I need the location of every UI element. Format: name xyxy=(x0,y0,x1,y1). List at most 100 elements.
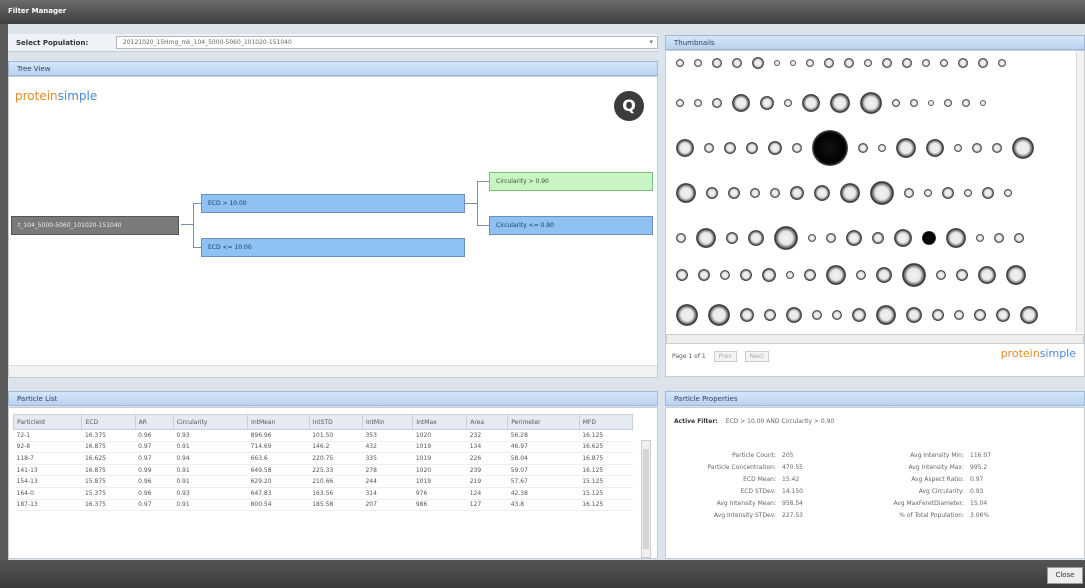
particle-thumbnail[interactable] xyxy=(696,228,716,248)
column-header[interactable]: ECD xyxy=(81,414,136,430)
particle-thumbnail[interactable] xyxy=(1012,137,1034,159)
column-header[interactable]: IntSTD xyxy=(308,414,363,430)
particle-thumbnail[interactable] xyxy=(708,304,730,326)
particle-thumbnail[interactable] xyxy=(856,270,866,280)
particle-thumbnail[interactable] xyxy=(712,98,722,108)
particle-thumbnail[interactable] xyxy=(906,307,922,323)
particle-thumbnail[interactable] xyxy=(812,130,848,166)
particle-list-scrollbar[interactable] xyxy=(641,440,651,558)
particle-thumbnail[interactable] xyxy=(892,99,900,107)
particle-thumbnail[interactable] xyxy=(720,270,730,280)
particle-thumbnail[interactable] xyxy=(864,59,872,67)
particle-thumbnail[interactable] xyxy=(808,234,816,242)
particle-thumbnail[interactable] xyxy=(1006,265,1026,285)
next-page-button[interactable]: Next xyxy=(744,351,769,362)
particle-thumbnail[interactable] xyxy=(802,94,820,112)
particle-thumbnail[interactable] xyxy=(812,310,822,320)
particle-thumbnail[interactable] xyxy=(774,60,780,66)
particle-thumbnail[interactable] xyxy=(876,305,896,325)
particle-thumbnail[interactable] xyxy=(774,226,798,250)
particle-thumbnail[interactable] xyxy=(982,187,994,199)
particle-thumbnail[interactable] xyxy=(698,269,710,281)
particle-thumbnail[interactable] xyxy=(876,267,892,283)
column-header[interactable]: IntMax xyxy=(412,414,468,430)
thumbnails-vertical-scrollbar[interactable] xyxy=(1076,51,1084,333)
particle-thumbnail[interactable] xyxy=(826,265,846,285)
particle-thumbnail[interactable] xyxy=(770,188,780,198)
particle-thumbnail[interactable] xyxy=(858,143,868,153)
particle-thumbnail[interactable] xyxy=(958,58,968,68)
particle-thumbnail[interactable] xyxy=(750,188,760,198)
particle-thumbnail[interactable] xyxy=(786,307,802,323)
particle-thumbnail[interactable] xyxy=(980,100,986,106)
particle-thumbnail[interactable] xyxy=(746,142,758,154)
particle-thumbnail[interactable] xyxy=(790,60,796,66)
particle-thumbnail[interactable] xyxy=(976,234,984,242)
particle-thumbnail[interactable] xyxy=(694,59,702,67)
particle-thumbnail[interactable] xyxy=(732,94,750,112)
particle-thumbnail[interactable] xyxy=(954,310,964,320)
particle-thumbnail[interactable] xyxy=(724,142,736,154)
particle-thumbnail[interactable] xyxy=(814,185,830,201)
particle-thumbnail[interactable] xyxy=(824,58,834,68)
thumbnails-horizontal-scrollbar[interactable] xyxy=(666,334,1084,344)
table-row[interactable]: 154-13 15.875 0.96 0.91 629.20 210.66 244 1019 2… xyxy=(13,475,633,488)
particle-thumbnail[interactable] xyxy=(972,143,982,153)
particle-thumbnail[interactable] xyxy=(676,139,694,157)
particle-thumbnail[interactable] xyxy=(748,230,764,246)
particle-thumbnail[interactable] xyxy=(992,143,1002,153)
particle-thumbnail[interactable] xyxy=(704,143,714,153)
particle-thumbnail[interactable] xyxy=(904,188,914,198)
particle-thumbnail[interactable] xyxy=(998,59,1006,67)
table-row[interactable]: 141-13 16.875 0.99 0.91 649.58 225.33 278 1020 2… xyxy=(13,464,633,477)
particle-thumbnail[interactable] xyxy=(852,308,866,322)
tree-node-ecd-le[interactable]: ECD <= 10.00 xyxy=(201,238,465,257)
table-row[interactable]: 72-1 16.375 0.96 0.93 896.96 101.50 353 1020 232… xyxy=(13,429,633,442)
particle-thumbnail[interactable] xyxy=(740,269,752,281)
particle-thumbnail[interactable] xyxy=(764,309,776,321)
particle-thumbnail[interactable] xyxy=(924,189,932,197)
particle-thumbnail[interactable] xyxy=(922,59,930,67)
column-header[interactable]: IntMin xyxy=(361,414,414,430)
table-row[interactable]: 164-0 15.375 0.96 0.93 647.83 163.56 314 976 124… xyxy=(13,487,633,500)
column-header[interactable]: Area xyxy=(466,414,509,430)
column-header[interactable]: AR xyxy=(134,414,174,430)
particle-thumbnail[interactable] xyxy=(826,233,836,243)
particle-thumbnail[interactable] xyxy=(994,233,1004,243)
zoom-icon[interactable]: Q xyxy=(614,91,644,121)
particle-thumbnail[interactable] xyxy=(676,59,684,67)
particle-thumbnail[interactable] xyxy=(954,144,962,152)
table-row[interactable]: 92-8 16.875 0.97 0.91 714.69 146.2 432 1019 134 4… xyxy=(13,441,633,454)
particle-thumbnail[interactable] xyxy=(1014,233,1024,243)
particle-thumbnail[interactable] xyxy=(676,233,686,243)
particle-thumbnail[interactable] xyxy=(844,58,854,68)
particle-thumbnail[interactable] xyxy=(928,100,934,106)
particle-thumbnail[interactable] xyxy=(706,187,718,199)
particle-thumbnail[interactable] xyxy=(974,309,986,321)
particle-thumbnail[interactable] xyxy=(878,144,886,152)
particle-thumbnail[interactable] xyxy=(894,229,912,247)
particle-thumbnail[interactable] xyxy=(752,57,764,69)
particle-thumbnail[interactable] xyxy=(1004,189,1012,197)
particle-thumbnail[interactable] xyxy=(902,263,926,287)
particle-thumbnail[interactable] xyxy=(726,232,738,244)
particle-thumbnail[interactable] xyxy=(932,309,944,321)
particle-thumbnail[interactable] xyxy=(962,99,970,107)
particle-thumbnail[interactable] xyxy=(760,96,774,110)
particle-thumbnail[interactable] xyxy=(804,269,816,281)
particle-thumbnail[interactable] xyxy=(786,271,794,279)
particle-thumbnail[interactable] xyxy=(784,99,792,107)
particle-thumbnail[interactable] xyxy=(896,138,916,158)
particle-thumbnail[interactable] xyxy=(996,308,1010,322)
tree-scrollbar[interactable] xyxy=(9,365,657,377)
table-row[interactable]: 118-7 16.625 0.97 0.94 663.6 220.75 335 1019 226… xyxy=(13,452,633,465)
particle-thumbnail[interactable] xyxy=(830,93,850,113)
particle-thumbnail[interactable] xyxy=(694,99,702,107)
particle-thumbnail[interactable] xyxy=(792,143,802,153)
particle-thumbnail[interactable] xyxy=(832,310,842,320)
table-row[interactable]: 187-13 16.375 0.97 0.91 800.54 185.58 207 986 12… xyxy=(13,499,633,512)
particle-thumbnail[interactable] xyxy=(978,58,988,68)
particle-thumbnail[interactable] xyxy=(768,141,782,155)
particle-thumbnail[interactable] xyxy=(944,99,952,107)
particle-thumbnail[interactable] xyxy=(870,181,894,205)
